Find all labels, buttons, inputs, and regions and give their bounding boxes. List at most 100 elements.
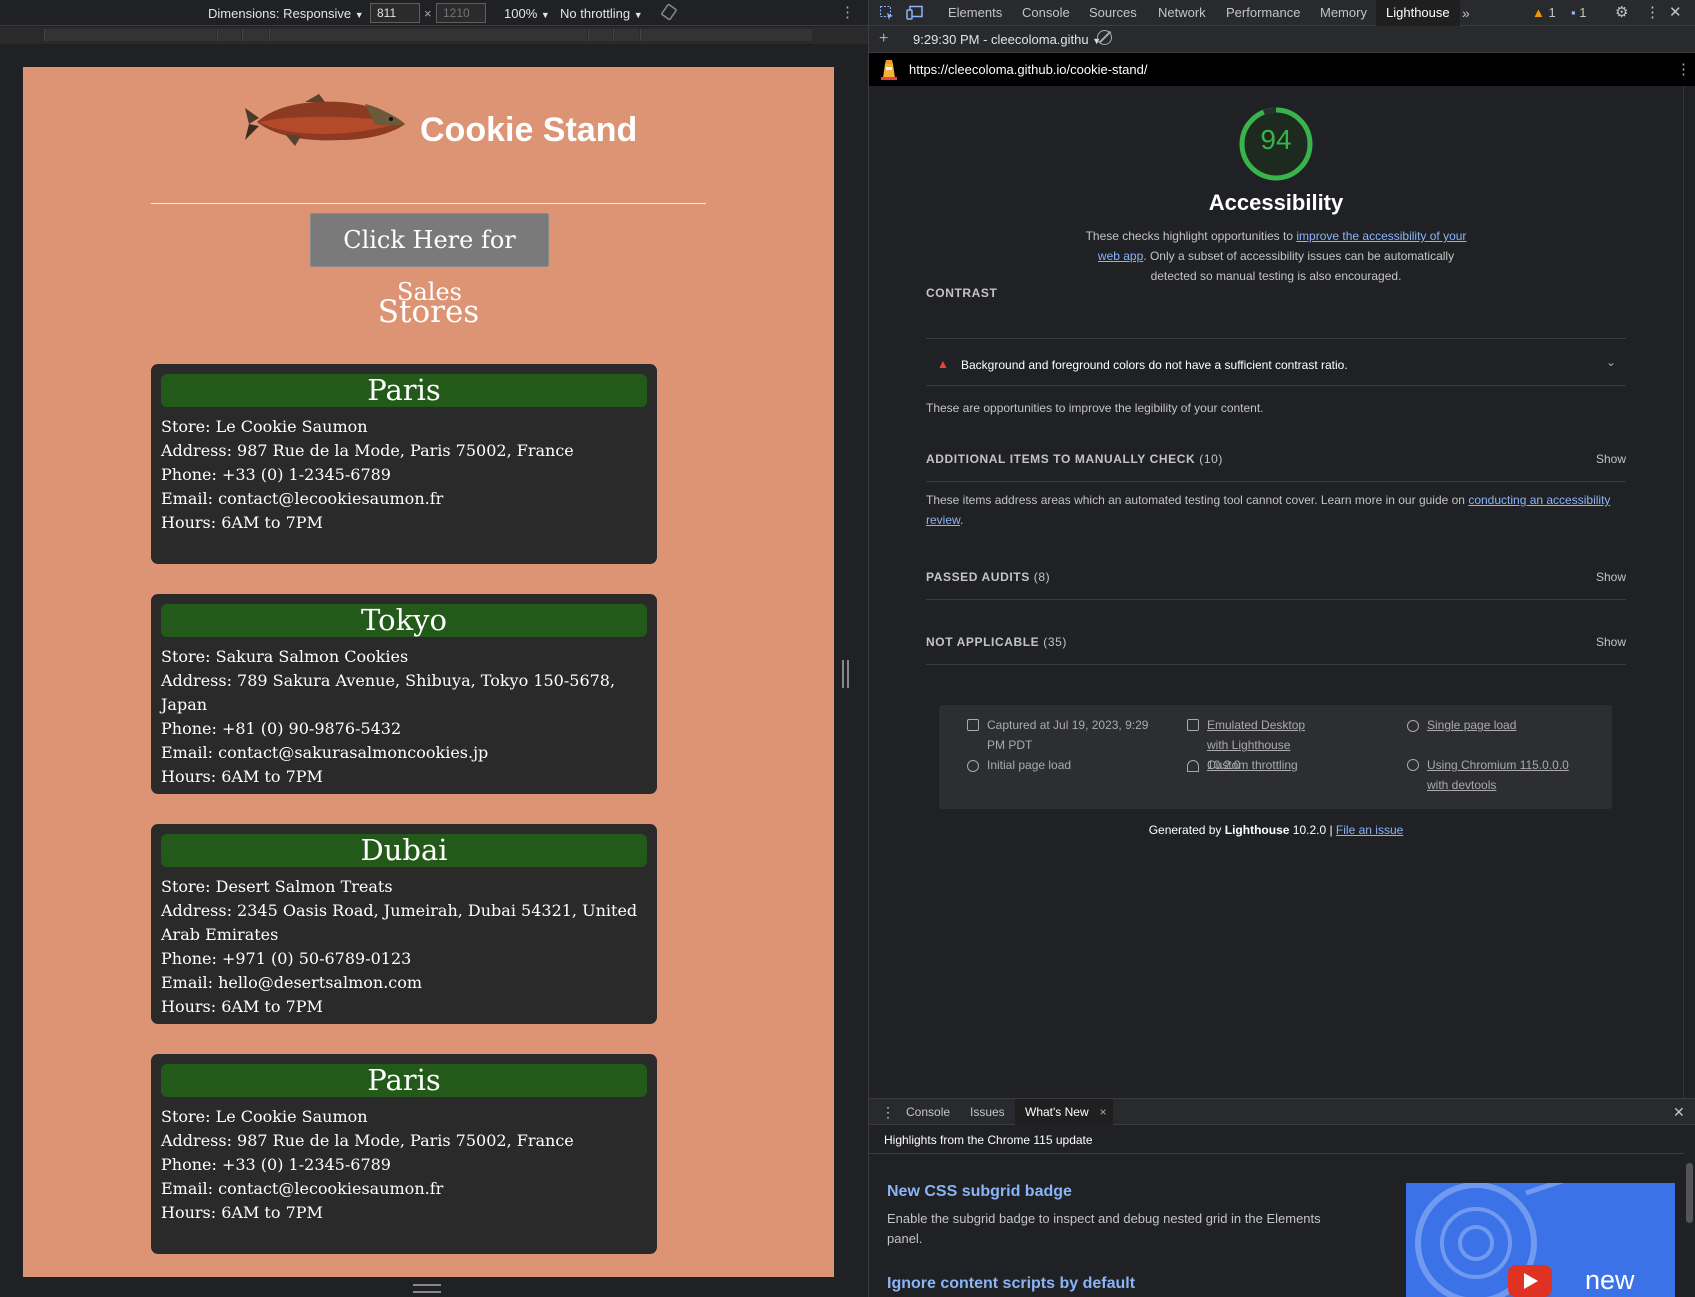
store-address: Address: 789 Sakura Avenue, Shibuya, Tok… (161, 671, 616, 714)
not-applicable-heading[interactable]: NOT APPLICABLE (35) (926, 635, 1626, 649)
site-header: Cookie Stand (23, 94, 834, 166)
store-name: Store: Le Cookie Saumon (161, 1107, 368, 1126)
contrast-heading: CONTRAST (926, 286, 998, 300)
inspect-element-icon[interactable] (879, 5, 895, 21)
store-city: Paris (161, 374, 647, 407)
store-city: Tokyo (161, 604, 647, 637)
manual-check-heading[interactable]: ADDITIONAL ITEMS TO MANUALLY CHECK (10) (926, 452, 1626, 466)
height-input[interactable] (436, 3, 486, 23)
tab-performance[interactable]: Performance (1226, 0, 1300, 26)
store-email: Email: contact@lecookiesaumon.fr (161, 1179, 444, 1198)
runtime-settings: Captured at Jul 19, 2023, 9:29 PM PDT In… (939, 705, 1612, 809)
dimensions-dropdown[interactable]: Dimensions: Responsive ▼ (208, 6, 364, 21)
throttling-setting[interactable]: Custom throttling (1187, 755, 1298, 775)
timer-icon (967, 759, 979, 772)
store-phone: Phone: +971 (0) 50-6789-0123 (161, 949, 412, 968)
warnings-badge[interactable]: ▲ 1 (1532, 0, 1556, 26)
rendered-page: Cookie Stand Click Here for Sales Stores… (23, 67, 834, 1277)
clear-reports-icon[interactable] (1097, 30, 1112, 45)
media-query-bar[interactable] (0, 27, 868, 44)
message-icon: ▪ (1571, 5, 1576, 20)
generated-text: Generated by (1148, 823, 1225, 837)
close-devtools-icon[interactable]: ✕ (1669, 0, 1682, 26)
store-phone: Phone: +33 (0) 1-2345-6789 (161, 465, 391, 484)
manual-note: These items address areas which an autom… (926, 490, 1626, 530)
close-tab-icon[interactable]: × (1100, 1099, 1107, 1125)
new-report-plus-icon[interactable]: + (879, 30, 888, 48)
chevron-down-icon[interactable]: ⌄ (1606, 355, 1616, 369)
report-select-label: 9:29:30 PM - cleecoloma.githu (913, 32, 1089, 47)
passed-show-button[interactable]: Show (1596, 570, 1626, 584)
desc-text: These checks highlight opportunities to (1085, 229, 1297, 243)
news-title-content-scripts[interactable]: Ignore content scripts by default (887, 1275, 1135, 1293)
single-page-load[interactable]: Single page load (1407, 715, 1516, 735)
news-title-subgrid[interactable]: New CSS subgrid badge (887, 1183, 1072, 1201)
file-issue-link[interactable]: File an issue (1336, 823, 1403, 837)
sales-button[interactable]: Click Here for Sales (310, 213, 549, 306)
more-options-icon[interactable]: ⋮ (1645, 0, 1660, 26)
passed-count: (8) (1033, 570, 1051, 584)
wifi-icon (1187, 759, 1199, 772)
width-input[interactable] (370, 3, 420, 23)
initial-load-text: Initial page load (987, 758, 1072, 772)
laptop-icon (1187, 719, 1199, 731)
store-city: Paris (161, 1064, 647, 1097)
drawer-scrollbar[interactable] (1684, 1153, 1695, 1297)
na-show-button[interactable]: Show (1596, 635, 1626, 649)
chrome-icon (1407, 759, 1419, 771)
tab-sources[interactable]: Sources (1089, 0, 1137, 26)
store-hours: Hours: 6AM to 7PM (161, 997, 323, 1016)
manual-heading-label: ADDITIONAL ITEMS TO MANUALLY CHECK (926, 452, 1196, 466)
lighthouse-version: 10.2.0 | (1289, 823, 1336, 837)
site-title: Cookie Stand (420, 111, 638, 149)
zoom-dropdown[interactable]: 100% ▼ (504, 6, 550, 21)
report-url[interactable]: https://cleecoloma.github.io/cookie-stan… (909, 62, 1147, 77)
tab-network[interactable]: Network (1158, 0, 1206, 26)
report-scrollbar[interactable] (1683, 86, 1695, 1098)
generated-by-footer: Generated by Lighthouse 10.2.0 | File an… (869, 823, 1683, 837)
video-thumbnail[interactable]: new (1406, 1183, 1675, 1297)
manual-count: (10) (1199, 452, 1223, 466)
drawer-tab-whats-new[interactable]: What's New × (1015, 1099, 1113, 1125)
warnings-count: 1 (1548, 5, 1556, 20)
contrast-audit-row[interactable]: ▲ Background and foreground colors do no… (926, 343, 1626, 387)
tab-elements[interactable]: Elements (948, 0, 1002, 26)
passed-audits-heading[interactable]: PASSED AUDITS (8) (926, 570, 1626, 584)
resize-handle-right[interactable] (842, 660, 849, 688)
chromium-version[interactable]: Using Chromium 115.0.0.0 with devtools (1407, 755, 1587, 795)
more-tabs-icon[interactable]: » (1462, 0, 1470, 26)
drawer-tab-issues[interactable]: Issues (970, 1099, 1005, 1125)
single-load-icon (1407, 719, 1419, 732)
tab-memory[interactable]: Memory (1320, 0, 1367, 26)
report-url-bar: https://cleecoloma.github.io/cookie-stan… (869, 53, 1695, 86)
dimensions-label: Dimensions: Responsive (208, 6, 352, 21)
resize-handle-bottom[interactable] (413, 1284, 441, 1293)
settings-gear-icon[interactable]: ⚙ (1615, 0, 1628, 26)
more-options-icon[interactable]: ⋮ (840, 3, 855, 21)
store-card: Tokyo Store: Sakura Salmon Cookies Addre… (151, 594, 657, 794)
messages-badge[interactable]: ▪ 1 (1571, 0, 1586, 26)
header-divider (151, 203, 706, 204)
drawer-tab-console[interactable]: Console (906, 1099, 950, 1125)
caret-down-icon: ▼ (633, 10, 643, 20)
store-card: Paris Store: Le Cookie Saumon Address: 9… (151, 1054, 657, 1254)
device-toolbar: Dimensions: Responsive ▼ × 100% ▼ No thr… (0, 0, 868, 26)
report-menu-icon[interactable]: ⋮ (1676, 60, 1691, 78)
report-select[interactable]: 9:29:30 PM - cleecoloma.githu ▼ (913, 32, 1101, 47)
chromium-text[interactable]: Using Chromium 115.0.0.0 with devtools (1427, 755, 1587, 795)
tab-console[interactable]: Console (1022, 0, 1070, 26)
close-drawer-icon[interactable]: ✕ (1673, 1099, 1685, 1125)
fail-triangle-icon: ▲ (937, 357, 949, 371)
manual-note-end: . (960, 513, 964, 527)
throttling-text[interactable]: Custom throttling (1207, 758, 1298, 772)
manual-show-button[interactable]: Show (1596, 452, 1626, 466)
store-address: Address: 2345 Oasis Road, Jumeirah, Duba… (161, 901, 638, 944)
drawer-tabbar: ⋮ Console Issues What's New × ✕ (869, 1099, 1695, 1125)
single-load-text[interactable]: Single page load (1427, 718, 1516, 732)
category-description: These checks highlight opportunities to … (1075, 226, 1477, 286)
throttling-dropdown[interactable]: No throttling ▼ (560, 6, 643, 21)
drawer-menu-icon[interactable]: ⋮ (881, 1099, 895, 1125)
device-toggle-icon[interactable] (906, 5, 924, 21)
rotate-icon[interactable] (660, 3, 678, 24)
tab-lighthouse[interactable]: Lighthouse (1376, 0, 1460, 26)
